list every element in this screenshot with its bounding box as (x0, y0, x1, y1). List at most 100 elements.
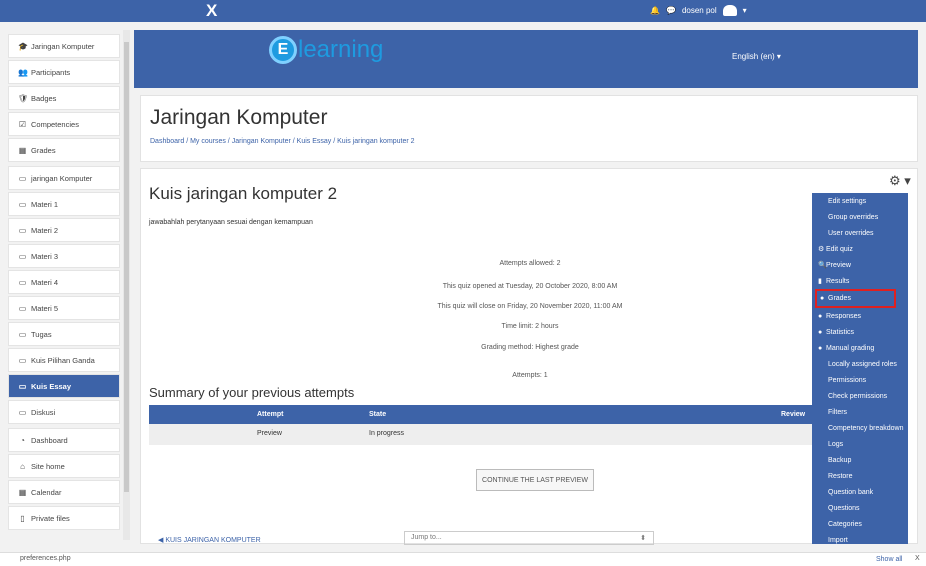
folder-icon: ▭ (18, 355, 27, 365)
sidebar-item[interactable]: ▭ Materi 1 (8, 192, 120, 216)
user-menu[interactable]: 🔔 💬 dosen pol ▾ (650, 5, 747, 16)
menu-item-label: Responses (826, 312, 862, 320)
file-icon: ▯ (20, 513, 25, 523)
menu-item[interactable]: 🔍 Preview (812, 257, 908, 273)
menu-item[interactable]: Permissions (812, 372, 908, 388)
menu-item[interactable]: Categories (812, 516, 908, 532)
sidebar-item-label: Materi 2 (31, 225, 59, 235)
sidebar-scrollbar[interactable] (123, 30, 130, 540)
dashboard-icon: ◔ (20, 435, 25, 445)
menu-item-label: Restore (828, 472, 853, 480)
menu-item-label: Preview (826, 261, 851, 269)
breadcrumb[interactable]: Dashboard / My courses / Jaringan Komput… (150, 138, 415, 145)
sidebar-item[interactable]: ▭ Materi 4 (8, 270, 120, 294)
sidebar-item-label: Badges (31, 93, 57, 103)
select-arrow-icon: ⬍ (640, 535, 646, 542)
folder-icon: ▭ (18, 173, 27, 183)
menu-item[interactable]: Competency breakdown (812, 420, 908, 436)
menu-item[interactable]: Locally assigned roles (812, 356, 908, 372)
page-header: Jaringan Komputer Dashboard / My courses… (140, 95, 918, 162)
menu-item[interactable]: Restore (812, 468, 908, 484)
home-icon: ⌂ (20, 461, 25, 471)
sidebar-item-label: Kuis Pilihan Ganda (31, 355, 95, 365)
menu-item[interactable]: ⚙ Edit quiz (812, 241, 908, 257)
menu-item[interactable]: Questions (812, 500, 908, 516)
close-icon[interactable]: X (206, 1, 217, 21)
sidebar-item[interactable]: 🛡 Badges (8, 86, 120, 110)
sidebar-item[interactable]: ▭ Kuis Pilihan Ganda (8, 348, 120, 372)
menu-item[interactable]: ● Responses (812, 308, 908, 324)
menu-item[interactable]: ● Grades (815, 289, 896, 308)
column-header: Review (781, 411, 806, 418)
menu-item[interactable]: ▮ Results (812, 273, 908, 289)
summary-title: Summary of your previous attempts (149, 385, 355, 400)
menu-item-label: Questions (828, 504, 860, 512)
quiz-info-opened: This quiz opened at Tuesday, 20 October … (442, 283, 618, 290)
menu-item[interactable]: Filters (812, 404, 908, 420)
menu-item[interactable]: Logs (812, 436, 908, 452)
menu-bullet-icon: ● (818, 328, 823, 336)
sidebar-item[interactable]: ▭ Kuis Essay (8, 374, 120, 398)
menu-item-label: Logs (828, 440, 844, 448)
sidebar-item[interactable]: ⌂ Site home (8, 454, 120, 478)
sidebar-item[interactable]: ▯ Private files (8, 506, 120, 530)
quiz-title: Kuis jaringan komputer 2 (149, 184, 338, 203)
top-navbar: X 🔔 💬 dosen pol ▾ (0, 0, 926, 22)
quiz-card: Kuis jaringan komputer 2 jawabahlah pery… (140, 168, 918, 545)
sidebar-item[interactable]: ▭ Materi 3 (8, 244, 120, 268)
previous-activity-link[interactable]: ◀ KUIS JARINGAN KOMPUTER (158, 536, 261, 544)
show-all-link[interactable]: Show all (876, 556, 902, 563)
sidebar-item[interactable]: ☑ Competencies (8, 112, 120, 136)
menu-item-label: Backup (828, 456, 852, 464)
language-selector[interactable]: English (en) ▾ (732, 52, 781, 61)
menu-item[interactable]: Import (812, 532, 908, 544)
scrollbar-thumb[interactable] (124, 42, 129, 492)
gear-icon[interactable]: ⚙ ▾ (889, 173, 911, 189)
column-header: Attempt (257, 411, 284, 418)
page-title: Jaringan Komputer (150, 106, 328, 129)
menu-item-label: Locally assigned roles (828, 360, 897, 368)
sidebar-item[interactable]: 👥 Participants (8, 60, 120, 84)
sidebar-item[interactable]: ▭ Materi 5 (8, 296, 120, 320)
menu-bullet-icon: ▮ (818, 278, 822, 285)
menu-bullet-icon: ⚙ (818, 246, 825, 253)
menu-item[interactable]: Group overrides (812, 209, 908, 225)
continue-preview-button[interactable]: CONTINUE THE LAST PREVIEW (476, 469, 594, 491)
jump-to-select[interactable]: Jump to... ⬍ (404, 531, 654, 545)
sidebar-item-label: Dashboard (31, 435, 68, 445)
sidebar-item[interactable]: ◔ Dashboard (8, 428, 120, 452)
quiz-attempts: Attempts: 1 (512, 372, 548, 379)
menu-item[interactable]: Check permissions (812, 388, 908, 404)
download-file[interactable]: preferences.php (20, 555, 71, 562)
menu-item[interactable]: ● Statistics (812, 324, 908, 340)
menu-item-label: Categories (828, 520, 862, 528)
sidebar-item-label: Materi 1 (31, 199, 59, 209)
menu-item[interactable]: ● Manual grading (812, 340, 908, 356)
menu-item[interactable]: Edit settings (812, 193, 908, 209)
sidebar-item[interactable]: ▭ Diskusi (8, 400, 120, 424)
sidebar-item-label: Materi 3 (31, 251, 59, 261)
bell-icon[interactable]: 🔔 (650, 6, 660, 15)
menu-item[interactable]: Question bank (812, 484, 908, 500)
menu-item[interactable]: Backup (812, 452, 908, 468)
chevron-down-icon[interactable]: ▾ (743, 6, 747, 15)
sidebar-item-label: Calendar (31, 487, 62, 497)
menu-item[interactable]: User overrides (812, 225, 908, 241)
sidebar-item[interactable]: 🎓 Jaringan Komputer (8, 34, 120, 58)
sidebar-item[interactable]: ▦ Grades (8, 138, 120, 162)
chat-icon[interactable]: 💬 (666, 6, 676, 15)
avatar[interactable] (722, 5, 737, 16)
folder-icon: ▭ (18, 303, 27, 313)
sidebar-item[interactable]: ▭ Materi 2 (8, 218, 120, 242)
close-icon[interactable]: X (915, 555, 920, 562)
menu-item-label: Question bank (828, 488, 874, 496)
quiz-info-grading: Grading method: Highest grade (481, 344, 579, 351)
user-name[interactable]: dosen pol (682, 6, 717, 15)
attempts-table: Attempt State Review Preview In progress (149, 405, 829, 445)
sidebar-item-label: Kuis Essay (31, 381, 72, 391)
sidebar-item[interactable]: ▦ Calendar (8, 480, 120, 504)
elearning-logo[interactable]: E learning (269, 36, 383, 64)
sidebar-item-label: Jaringan Komputer (31, 41, 95, 51)
sidebar-item[interactable]: ▭ Tugas (8, 322, 120, 346)
sidebar-item[interactable]: ▭ jaringan Komputer (8, 166, 120, 190)
